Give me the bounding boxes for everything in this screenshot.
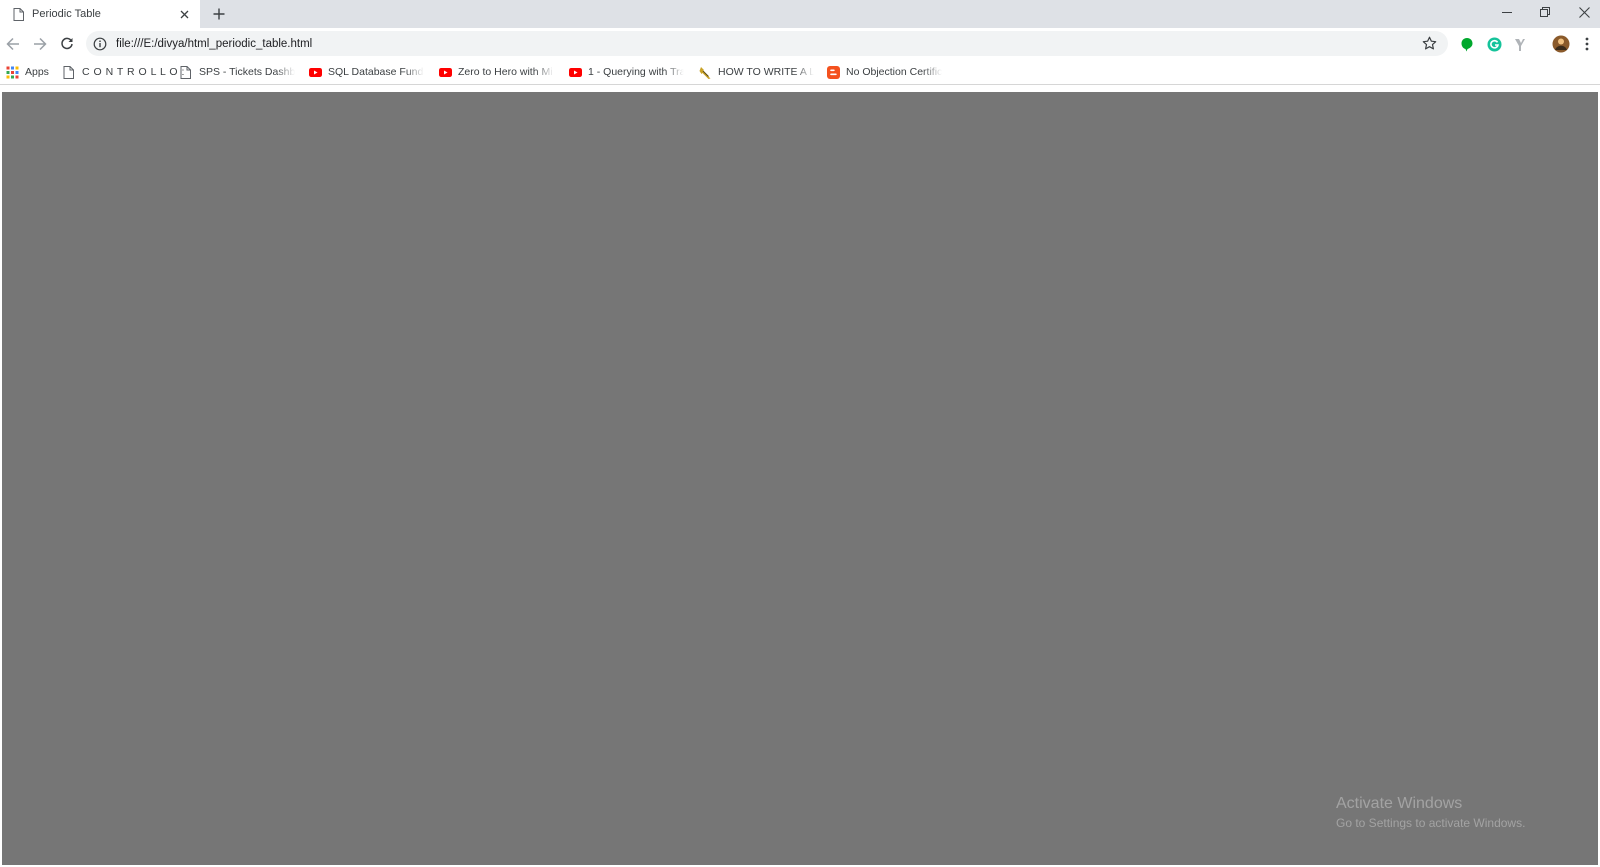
evernote-extension-icon[interactable] [1458, 35, 1476, 53]
youtube-icon [309, 66, 322, 79]
close-window-button[interactable] [1565, 0, 1600, 24]
bookmark-how-to-write[interactable]: HOW TO WRITE A LE [699, 64, 814, 80]
youtube-icon [569, 66, 582, 79]
info-icon[interactable] [93, 37, 107, 51]
page-content[interactable] [2, 92, 1598, 865]
bookmark-label: Zero to Hero with Mi [458, 66, 553, 78]
page-icon [13, 7, 24, 21]
bookmark-label: C O N T R O L L O : [82, 66, 185, 78]
menu-dots-icon[interactable] [1578, 35, 1596, 53]
tab-title: Periodic Table [32, 8, 101, 20]
page-icon [180, 65, 193, 79]
bookmark-querying[interactable]: 1 - Querying with Tra [569, 64, 684, 80]
new-tab-button[interactable] [211, 6, 227, 22]
restore-button[interactable] [1526, 0, 1564, 24]
back-button[interactable] [3, 34, 23, 54]
bookmark-no-objection[interactable]: No Objection Certific [827, 64, 942, 80]
bookmark-apps[interactable]: Apps [6, 64, 49, 80]
address-bar[interactable]: file:///E:/divya/html_periodic_table.htm… [86, 31, 1448, 56]
url-text[interactable]: file:///E:/divya/html_periodic_table.htm… [116, 38, 312, 50]
bookmark-label: No Objection Certific [846, 66, 942, 78]
bookmark-zero-to-hero[interactable]: Zero to Hero with Mi [439, 64, 554, 80]
grammarly-extension-icon[interactable] [1485, 35, 1503, 53]
bookmarks-bar: Apps C O N T R O L L O : SPS - Tickets D… [0, 59, 1600, 85]
pen-icon [699, 66, 712, 79]
apps-grid-icon [6, 66, 19, 79]
watermark-title: Activate Windows [1336, 795, 1463, 812]
bookmark-sql-database[interactable]: SQL Database Funda [309, 64, 424, 80]
browser-toolbar: file:///E:/divya/html_periodic_table.htm… [0, 28, 1600, 59]
youtube-icon [439, 66, 452, 79]
bookmark-label: SPS - Tickets Dashbo [199, 66, 295, 78]
minimize-button[interactable] [1488, 0, 1526, 24]
bookmark-label: 1 - Querying with Tra [588, 66, 684, 78]
tab-strip: Periodic Table [0, 0, 1600, 28]
bookmark-star-icon[interactable] [1422, 36, 1437, 51]
page-icon [63, 65, 76, 79]
bookmark-label: Apps [25, 66, 49, 78]
reload-button[interactable] [57, 34, 77, 54]
forward-button[interactable] [30, 34, 50, 54]
bookmark-label: HOW TO WRITE A LE [718, 66, 814, 78]
bookmark-controllo[interactable]: C O N T R O L L O : [63, 64, 185, 80]
blogger-icon [827, 65, 840, 79]
extension-icon[interactable] [1511, 35, 1529, 53]
bookmark-sps-tickets[interactable]: SPS - Tickets Dashbo [180, 64, 295, 80]
close-tab-icon[interactable] [177, 7, 191, 21]
browser-tab[interactable]: Periodic Table [0, 0, 200, 28]
bookmark-label: SQL Database Funda [328, 66, 424, 78]
profile-avatar[interactable] [1551, 34, 1571, 54]
activate-windows-watermark: Activate Windows Go to Settings to activ… [1336, 794, 1525, 831]
watermark-subtitle: Go to Settings to activate Windows. [1336, 816, 1526, 830]
